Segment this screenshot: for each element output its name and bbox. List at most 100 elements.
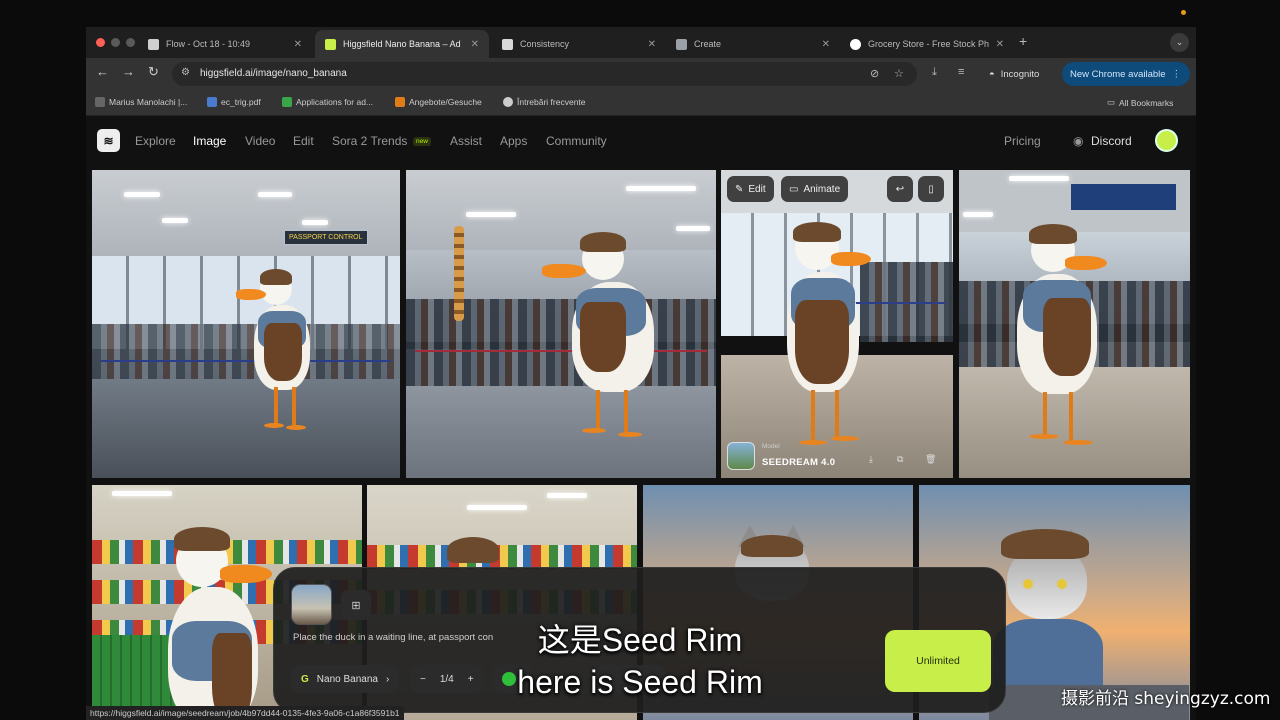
all-bookmarks-label: All Bookmarks	[1119, 97, 1174, 108]
tab-grocery-store[interactable]: Grocery Store - Free Stock Ph ✕	[840, 30, 1014, 58]
duck-figure	[1003, 220, 1113, 460]
animate-image-button[interactable]: ▭ Animate	[781, 176, 849, 202]
nav-pricing[interactable]: Pricing	[1004, 134, 1041, 148]
animate-label: Animate	[803, 183, 841, 195]
image-lamp	[676, 226, 710, 231]
new-tab-button[interactable]: +	[1019, 33, 1027, 49]
reuse-prompt-button[interactable]: ↩	[887, 176, 913, 202]
gallery-image-airport-3-hovered[interactable]: ✎ Edit ▭ Animate ↩ ▯ Model SEEDREAM 4.0 …	[721, 170, 953, 478]
nav-apps[interactable]: Apps	[500, 134, 527, 148]
tab-title: Consistency	[520, 39, 570, 49]
media-control-icon[interactable]: ≡	[958, 66, 964, 78]
edit-image-button[interactable]: ✎ Edit	[727, 176, 774, 202]
model-name[interactable]: SEEDREAM 4.0	[762, 457, 835, 468]
bookmark-star-icon[interactable]: ☆	[894, 67, 904, 80]
nav-edit[interactable]: Edit	[293, 134, 314, 148]
all-bookmarks-button[interactable]: ▭ All Bookmarks	[1107, 97, 1173, 108]
bookmark-item[interactable]: Întrebări frecvente	[503, 97, 586, 107]
gallery-image-airport-4[interactable]	[959, 170, 1190, 478]
close-window-button[interactable]	[96, 38, 105, 47]
watermark: 摄影前沿 sheyingzyz.com	[1061, 689, 1271, 709]
nav-sora-2-trends[interactable]: Sora 2 Trends	[332, 134, 407, 148]
image-lamp	[466, 212, 516, 217]
nav-video[interactable]: Video	[245, 134, 275, 148]
discord-icon[interactable]: ◉	[1073, 134, 1083, 148]
tab-create[interactable]: Create ✕	[666, 30, 840, 58]
minimize-window-button[interactable]	[111, 38, 120, 47]
copy-icon[interactable]: ⧉	[897, 454, 903, 465]
tab-title: Flow - Oct 18 - 10:49	[166, 39, 251, 49]
browser-toolbar: ← → ↻ ⚙ higgsfield.ai/image/nano_banana …	[86, 58, 1196, 89]
close-tab-icon[interactable]: ✕	[294, 39, 302, 50]
folder-icon: ▭	[1107, 97, 1116, 107]
reload-button[interactable]: ↻	[148, 64, 159, 80]
notion-icon	[502, 38, 513, 50]
duck-foot	[582, 428, 606, 433]
chrome-update-button[interactable]: New Chrome available ⋮	[1062, 62, 1190, 86]
maximize-window-button[interactable]	[126, 38, 135, 47]
bookmark-label: ec_trig.pdf	[221, 97, 261, 107]
close-tab-icon[interactable]: ✕	[471, 39, 479, 50]
back-button[interactable]: ←	[96, 64, 109, 79]
bookmark-label: Marius Manolachi |...	[109, 97, 188, 107]
eye-off-icon[interactable]: ⊘	[870, 67, 879, 80]
address-bar[interactable]: ⚙ higgsfield.ai/image/nano_banana ⊘ ☆	[172, 62, 917, 86]
tab-consistency[interactable]: Consistency ✕	[492, 30, 666, 58]
tab-title: Create	[694, 39, 722, 49]
incognito-indicator[interactable]: ◓ Incognito	[981, 62, 1047, 86]
duck-foot	[1063, 440, 1093, 445]
bookmark-item[interactable]: Applications for ad...	[282, 97, 373, 107]
model-caption: Model	[762, 443, 780, 450]
tab-flow[interactable]: Flow - Oct 18 - 10:49 ✕	[138, 30, 312, 58]
bookmark-item[interactable]: Angebote/Gesuche	[395, 97, 482, 107]
close-tab-icon[interactable]: ✕	[648, 39, 656, 50]
higgsfield-logo[interactable]: ≋	[97, 129, 120, 152]
document-icon	[148, 38, 159, 50]
duck-hat	[447, 537, 499, 563]
nav-community[interactable]: Community	[546, 134, 607, 148]
gallery-image-airport-2[interactable]	[406, 170, 716, 478]
recording-indicator	[1181, 10, 1186, 15]
nav-assist[interactable]: Assist	[450, 134, 482, 148]
new-badge: new	[413, 137, 431, 146]
duck-beak	[220, 565, 272, 583]
duck-leg	[624, 390, 628, 434]
nav-discord[interactable]: Discord	[1091, 134, 1132, 148]
duck-overalls	[580, 302, 626, 372]
window-controls	[96, 38, 135, 47]
download-icon[interactable]: ⤓	[932, 66, 937, 79]
duck-overalls	[264, 323, 302, 381]
tab-search-button[interactable]: ⌄	[1170, 33, 1189, 52]
download-icon[interactable]: ⤓	[869, 454, 873, 465]
duck-hat	[174, 527, 230, 551]
nav-image[interactable]: Image	[193, 134, 226, 148]
site-info-icon[interactable]: ⚙	[181, 67, 190, 78]
forward-button[interactable]: →	[122, 64, 135, 79]
nav-explore[interactable]: Explore	[135, 134, 176, 148]
incognito-label: Incognito	[1000, 68, 1040, 80]
gallery-image-airport-1[interactable]: PASSPORT CONTROL	[92, 170, 400, 478]
edit-label: Edit	[748, 183, 766, 195]
tab-title: Higgsfield Nano Banana – Ad	[343, 39, 461, 49]
close-tab-icon[interactable]: ✕	[822, 39, 830, 50]
duck-foot	[799, 440, 827, 445]
update-label: New Chrome available	[1070, 68, 1166, 80]
tab-higgsfield[interactable]: Higgsfield Nano Banana – Ad ✕	[315, 30, 489, 58]
bookmark-icon[interactable]: ▯	[918, 176, 944, 202]
image-lamp	[124, 192, 160, 197]
bookmark-item[interactable]: ec_trig.pdf	[207, 97, 261, 107]
trash-icon[interactable]: 🗑	[925, 454, 936, 465]
bookmark-item[interactable]: Marius Manolachi |...	[95, 97, 187, 107]
image-lamp	[1009, 176, 1069, 181]
duck-hat	[1029, 224, 1077, 244]
cat-eye	[1023, 579, 1033, 589]
duck-overalls	[1043, 298, 1091, 376]
avatar[interactable]	[1155, 129, 1178, 152]
close-tab-icon[interactable]: ✕	[996, 39, 1004, 50]
giraffe-figure	[454, 226, 464, 321]
duck-beak	[236, 289, 266, 300]
image-lamp	[467, 505, 527, 510]
pencil-icon: ✎	[735, 183, 744, 195]
duck-beak	[542, 264, 586, 278]
bookmark-favicon-icon	[395, 97, 405, 107]
